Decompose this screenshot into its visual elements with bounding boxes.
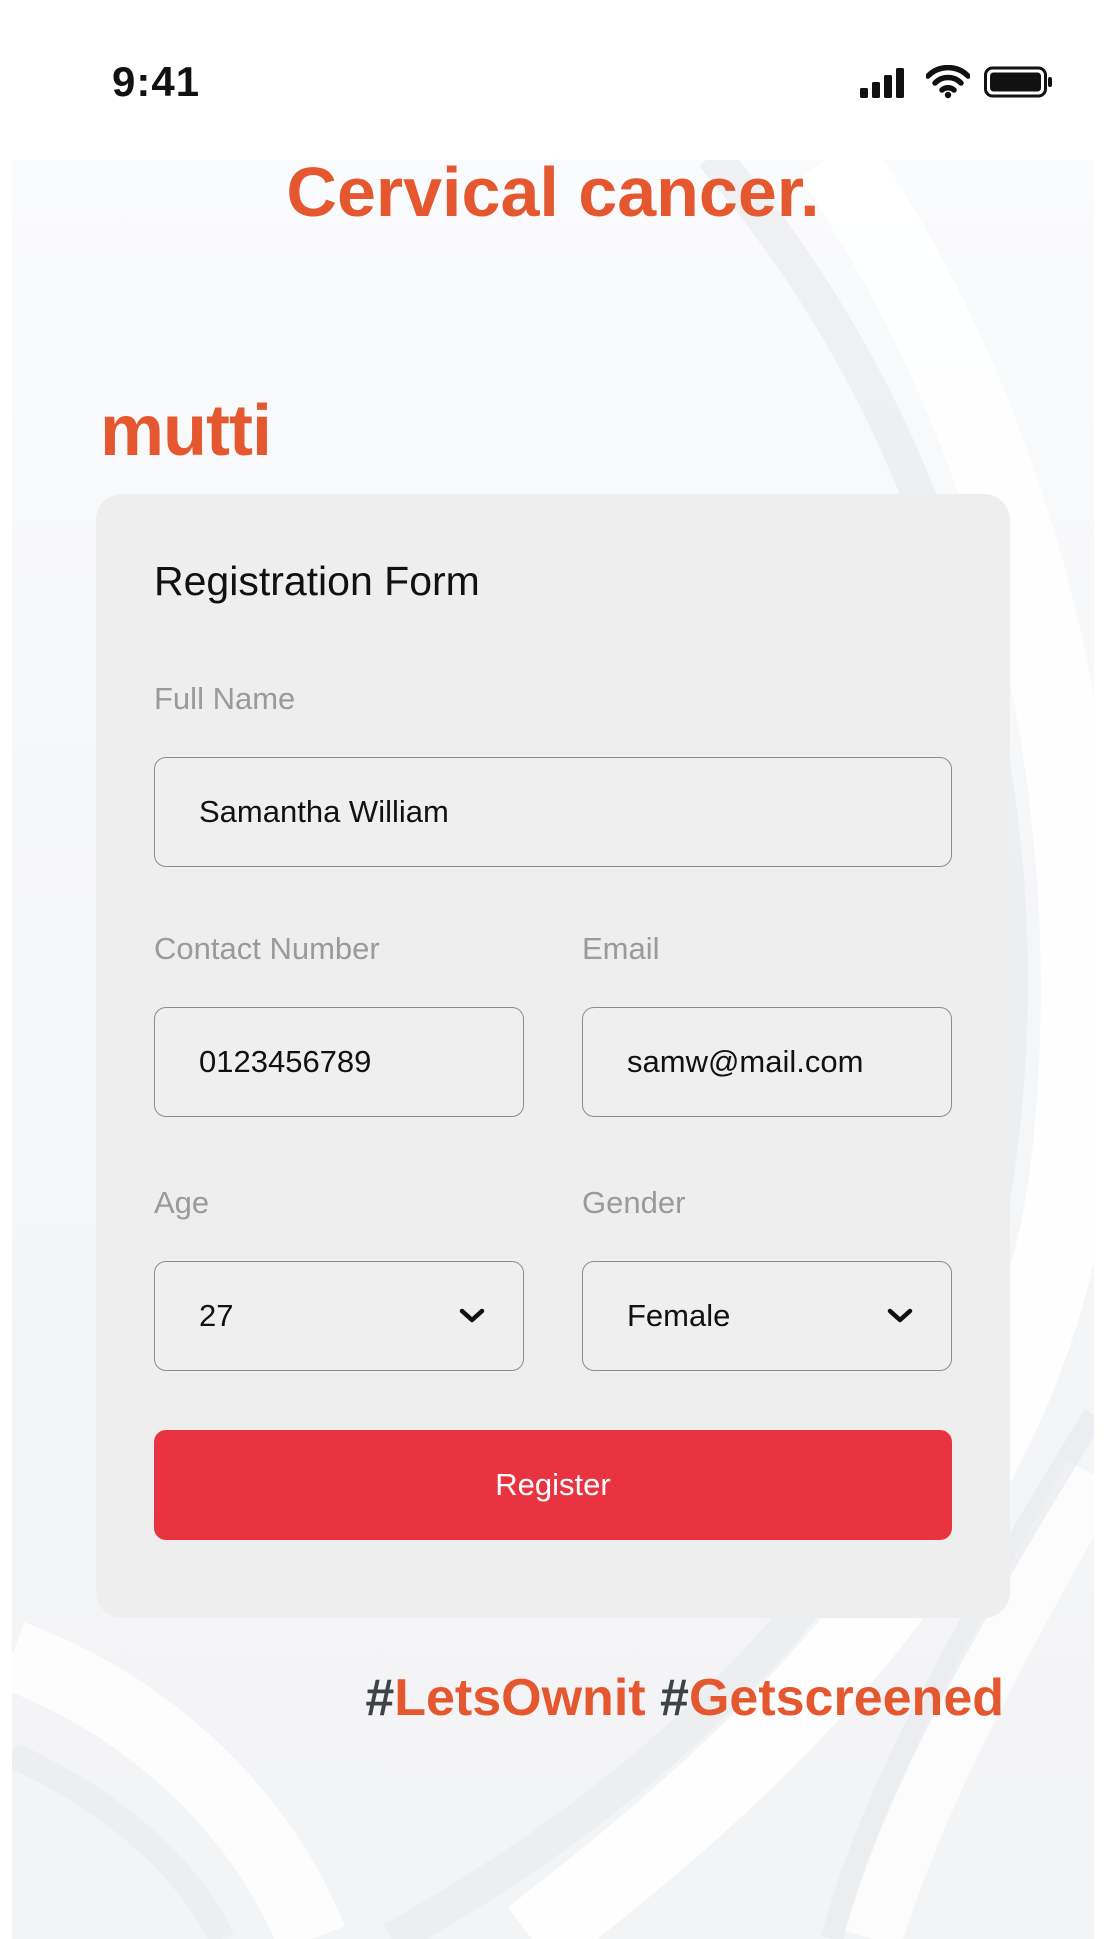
chevron-down-icon	[459, 1308, 485, 1324]
status-time: 9:41	[112, 58, 201, 105]
register-button[interactable]: Register	[154, 1430, 952, 1540]
hashtag-symbol: #	[660, 1669, 689, 1727]
cellular-signal-icon	[860, 66, 912, 103]
gender-select[interactable]: Female	[582, 1261, 952, 1371]
email-value: samw@mail.com	[627, 1044, 864, 1079]
age-value: 27	[199, 1298, 234, 1333]
full-name-input[interactable]: Samantha William	[154, 757, 952, 867]
wifi-icon	[925, 64, 971, 104]
contact-number-input[interactable]: 0123456789	[154, 1007, 524, 1117]
age-label: Age	[154, 1185, 210, 1220]
hashtag-getscreened: Getscreened	[688, 1669, 1004, 1727]
battery-icon	[984, 65, 1054, 104]
full-name-label: Full Name	[154, 681, 296, 716]
status-icons	[846, 64, 1054, 104]
email-input[interactable]: samw@mail.com	[582, 1007, 952, 1117]
headline: Cervical cancer.	[286, 153, 820, 231]
age-select[interactable]: 27	[154, 1261, 524, 1371]
registration-screen: 9:41 Cervical cancer. mutti Registration…	[0, 0, 1106, 1939]
contact-number-value: 0123456789	[199, 1044, 372, 1079]
brand-logo-text: mutti	[100, 391, 272, 471]
form-title: Registration Form	[154, 558, 480, 604]
hashtag-symbol: #	[365, 1669, 395, 1727]
full-name-value: Samantha William	[199, 794, 449, 829]
gender-label: Gender	[582, 1185, 686, 1220]
register-button-label: Register	[495, 1467, 611, 1502]
gender-value: Female	[627, 1298, 731, 1333]
email-label: Email	[582, 931, 660, 966]
registration-form-card: Registration Form Full Name Samantha Wil…	[96, 494, 1010, 1618]
status-bar: 9:41	[0, 0, 1106, 160]
contact-number-label: Contact Number	[154, 931, 380, 966]
chevron-down-icon	[887, 1308, 913, 1324]
hashtag-letsownit: LetsOwnit	[394, 1669, 646, 1727]
hashtags: #LetsOwnit #Getscreened	[365, 1668, 1004, 1728]
